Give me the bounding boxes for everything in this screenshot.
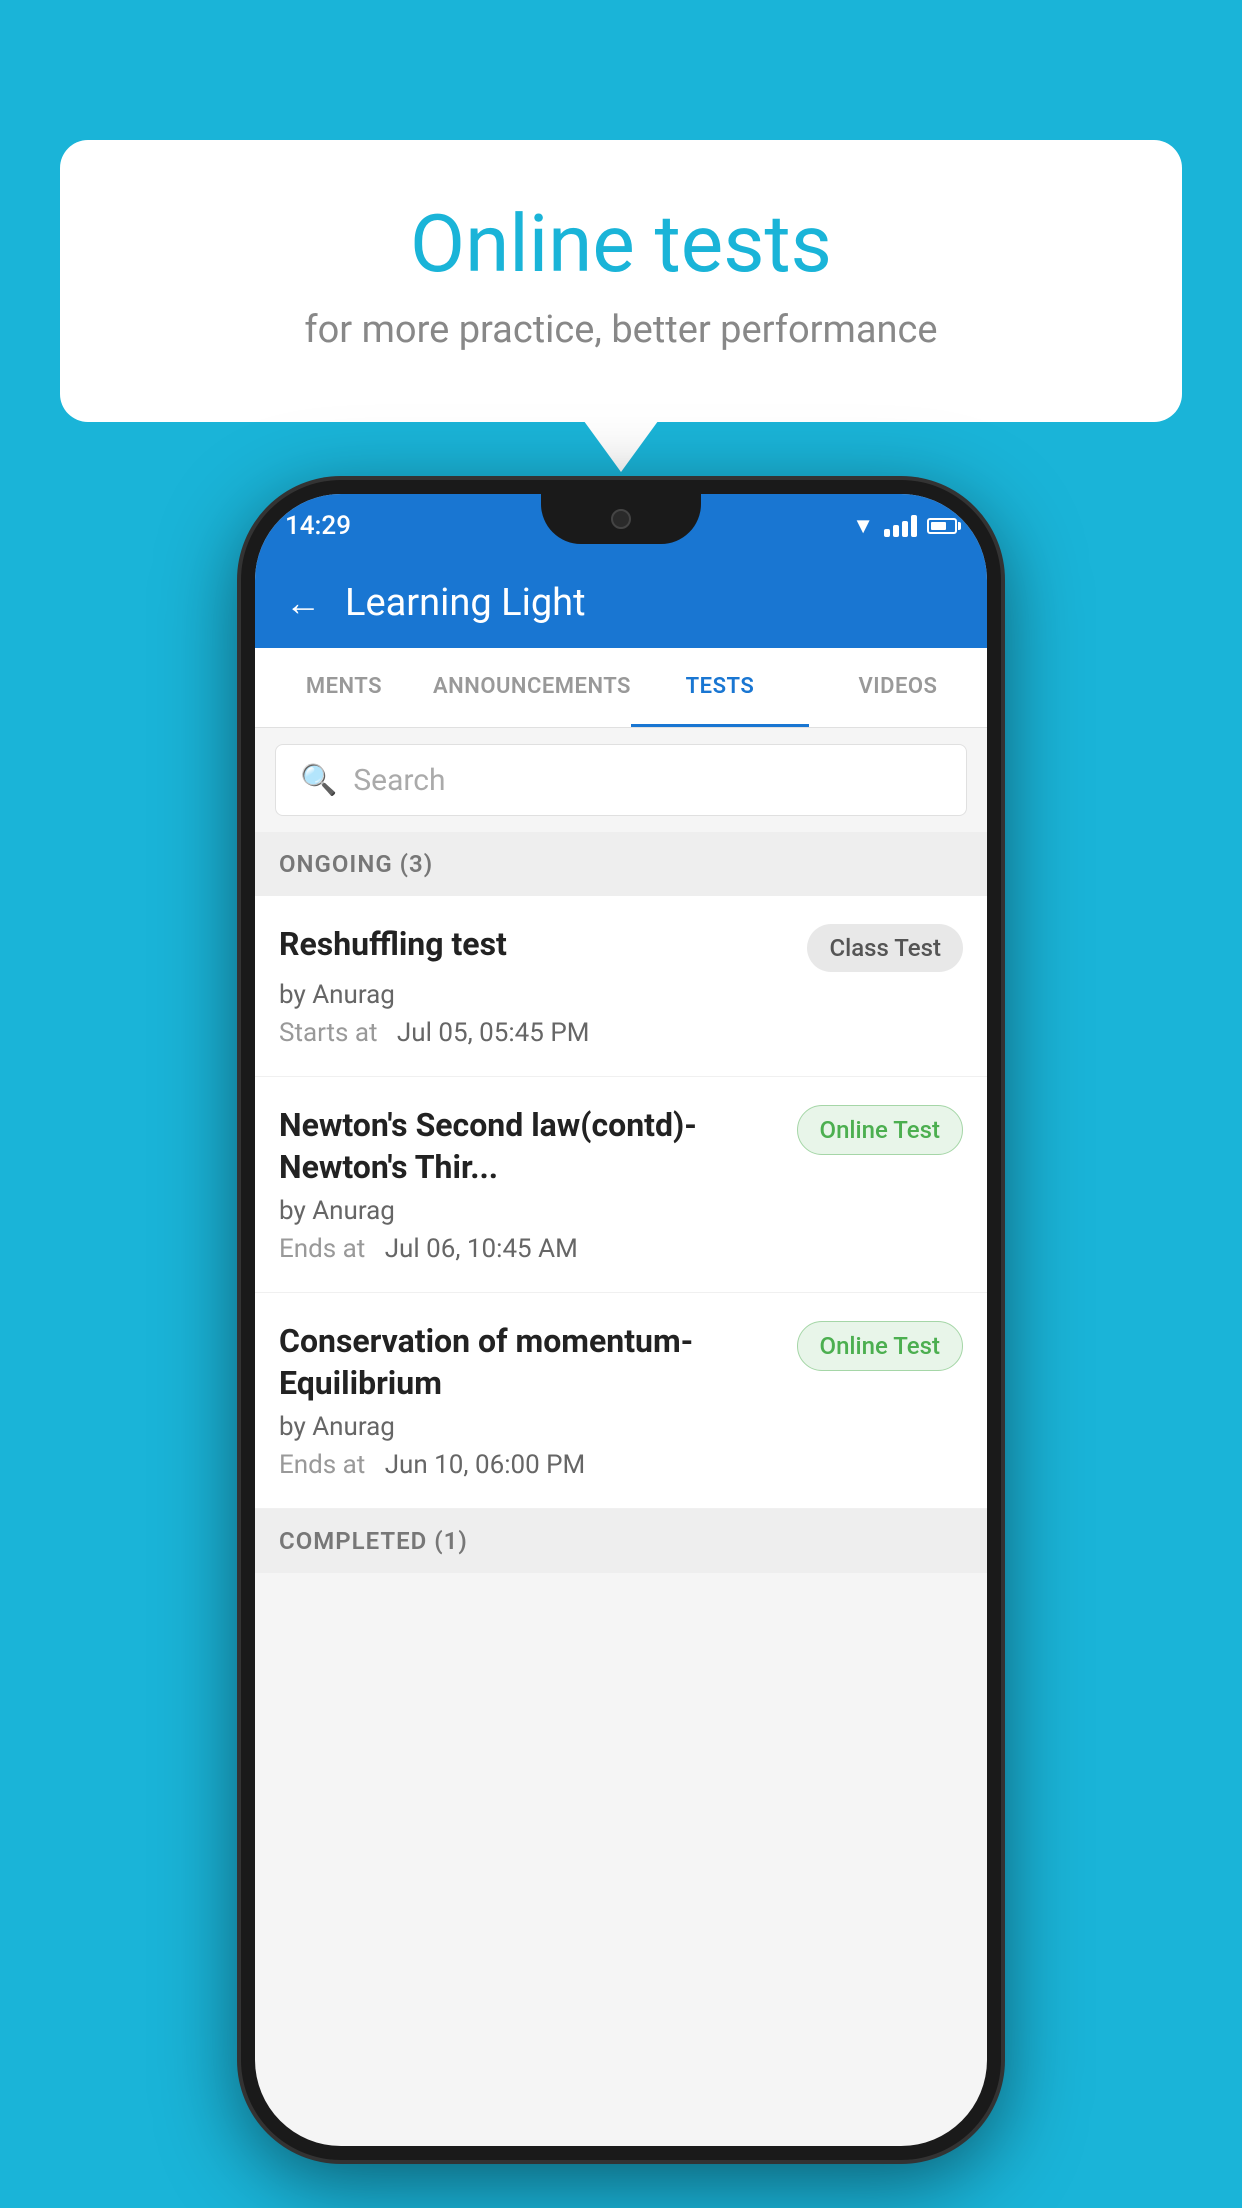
back-button[interactable]: ← bbox=[285, 582, 321, 624]
test-item[interactable]: Newton's Second law(contd)-Newton's Thir… bbox=[255, 1077, 987, 1293]
battery-icon bbox=[927, 518, 957, 534]
status-icons: ▼ bbox=[852, 513, 957, 539]
speech-bubble-container: Online tests for more practice, better p… bbox=[60, 140, 1182, 422]
notch bbox=[541, 494, 701, 544]
ongoing-section-header: ONGOING (3) bbox=[255, 832, 987, 896]
test-item[interactable]: Conservation of momentum-Equilibrium Onl… bbox=[255, 1293, 987, 1509]
date-label: Ends at bbox=[279, 1234, 365, 1264]
bubble-title: Online tests bbox=[140, 200, 1102, 288]
tab-ments[interactable]: MENTS bbox=[255, 648, 433, 727]
test-author: by Anurag bbox=[279, 1412, 963, 1442]
search-input[interactable]: Search bbox=[353, 763, 445, 798]
tab-announcements[interactable]: ANNOUNCEMENTS bbox=[433, 648, 631, 727]
search-icon: 🔍 bbox=[300, 763, 337, 798]
status-time: 14:29 bbox=[285, 511, 351, 541]
test-badge: Online Test bbox=[797, 1105, 963, 1155]
test-item-header: Reshuffling test Class Test bbox=[279, 924, 963, 972]
phone-screen: 14:29 ▼ bbox=[255, 494, 987, 2146]
date-value: Jul 05, 05:45 PM bbox=[397, 1018, 590, 1048]
signal-bars-icon bbox=[884, 515, 917, 537]
test-name: Conservation of momentum-Equilibrium bbox=[279, 1321, 797, 1404]
test-name: Newton's Second law(contd)-Newton's Thir… bbox=[279, 1105, 797, 1188]
test-date: Starts at Jul 05, 05:45 PM bbox=[279, 1018, 963, 1048]
phone-outer: 14:29 ▼ bbox=[241, 480, 1001, 2160]
tab-tests[interactable]: TESTS bbox=[631, 648, 809, 727]
test-author: by Anurag bbox=[279, 980, 963, 1010]
completed-section-header: COMPLETED (1) bbox=[255, 1509, 987, 1573]
app-header: ← Learning Light bbox=[255, 558, 987, 648]
test-date: Ends at Jul 06, 10:45 AM bbox=[279, 1234, 963, 1264]
test-item[interactable]: Reshuffling test Class Test by Anurag St… bbox=[255, 896, 987, 1077]
date-value: Jun 10, 06:00 PM bbox=[385, 1450, 586, 1480]
test-badge: Online Test bbox=[797, 1321, 963, 1371]
test-item-header: Conservation of momentum-Equilibrium Onl… bbox=[279, 1321, 963, 1404]
test-name: Reshuffling test bbox=[279, 924, 807, 966]
test-date: Ends at Jun 10, 06:00 PM bbox=[279, 1450, 963, 1480]
test-author: by Anurag bbox=[279, 1196, 963, 1226]
date-label: Starts at bbox=[279, 1018, 378, 1048]
date-value: Jul 06, 10:45 AM bbox=[385, 1234, 578, 1264]
tests-list: Reshuffling test Class Test by Anurag St… bbox=[255, 896, 987, 1509]
tab-bar: MENTS ANNOUNCEMENTS TESTS VIDEOS bbox=[255, 648, 987, 728]
search-container: 🔍 Search bbox=[255, 728, 987, 832]
camera-dot bbox=[611, 509, 631, 529]
date-label: Ends at bbox=[279, 1450, 365, 1480]
test-item-header: Newton's Second law(contd)-Newton's Thir… bbox=[279, 1105, 963, 1188]
bubble-subtitle: for more practice, better performance bbox=[140, 308, 1102, 352]
phone-container: 14:29 ▼ bbox=[241, 480, 1001, 2160]
tab-videos[interactable]: VIDEOS bbox=[809, 648, 987, 727]
search-box[interactable]: 🔍 Search bbox=[275, 744, 967, 816]
speech-bubble: Online tests for more practice, better p… bbox=[60, 140, 1182, 422]
app-title: Learning Light bbox=[345, 581, 586, 625]
wifi-icon: ▼ bbox=[852, 513, 874, 539]
test-badge: Class Test bbox=[807, 924, 963, 972]
